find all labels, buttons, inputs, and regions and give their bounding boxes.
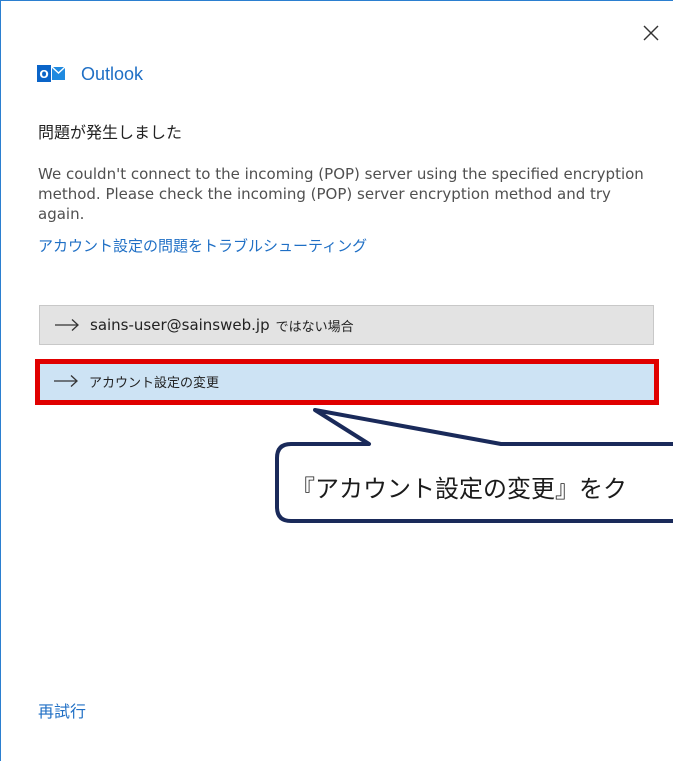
outlook-logo-icon: O: [37, 65, 66, 82]
svg-text:O: O: [39, 68, 48, 81]
not-this-account-suffix: ではない場合: [275, 319, 354, 335]
change-account-settings-option[interactable]: アカウント設定の変更: [39, 361, 655, 401]
dialog-title: 問題が発生しました: [38, 123, 183, 142]
arrow-right-icon: [54, 375, 78, 387]
troubleshoot-link[interactable]: アカウント設定の問題をトラブルシューティング: [38, 235, 367, 256]
callout-text: 『アカウント設定の変更』をク: [291, 475, 627, 503]
close-button[interactable]: [641, 23, 661, 43]
error-message: We couldn't connect to the incoming (POP…: [38, 165, 644, 223]
change-account-settings-label: アカウント設定の変更: [89, 375, 220, 391]
arrow-right-icon: [55, 319, 79, 331]
not-this-account-option[interactable]: sains-user@sainsweb.jp ではない場合: [39, 305, 654, 345]
retry-link[interactable]: 再試行: [38, 698, 86, 722]
dialog-window: O Outlook 問題が発生しました We couldn't connect …: [0, 0, 673, 761]
close-icon: [643, 25, 659, 41]
app-header: O Outlook: [37, 61, 143, 87]
account-email: sains-user@sainsweb.jp: [90, 316, 270, 334]
app-name: Outlook: [81, 63, 144, 84]
